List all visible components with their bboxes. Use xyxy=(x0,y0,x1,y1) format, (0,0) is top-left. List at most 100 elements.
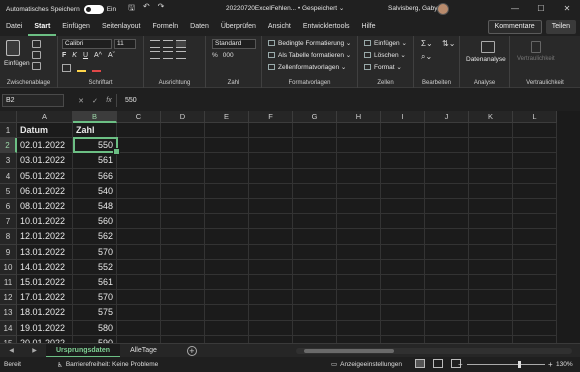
cell-a11[interactable]: 15.01.2022 xyxy=(17,275,73,291)
cell-i2[interactable] xyxy=(381,138,425,154)
insert-cells-button[interactable]: Einfügen ⌄ xyxy=(364,39,407,47)
cell-f5[interactable] xyxy=(249,183,293,199)
cell-d1[interactable] xyxy=(161,123,205,139)
cell-e5[interactable] xyxy=(205,183,249,199)
cell-l4[interactable] xyxy=(513,168,557,184)
cell-d9[interactable] xyxy=(161,244,205,260)
page-layout-view-icon[interactable] xyxy=(433,359,443,368)
cell-a7[interactable]: 10.01.2022 xyxy=(17,214,73,230)
cell-l5[interactable] xyxy=(513,183,557,199)
cell-a2[interactable]: 02.01.2022 xyxy=(17,138,73,154)
cell-a13[interactable]: 18.01.2022 xyxy=(17,305,73,321)
column-header-e[interactable]: E xyxy=(205,111,249,123)
zoom-level[interactable]: 130% xyxy=(556,357,573,372)
cell-i7[interactable] xyxy=(381,214,425,230)
cell-d14[interactable] xyxy=(161,320,205,336)
user-name[interactable]: Salvisberg, Gaby xyxy=(388,0,438,18)
tab-ueberpruefen[interactable]: Überprüfen xyxy=(215,18,262,36)
horizontal-scrollbar[interactable] xyxy=(296,348,572,354)
cell-j3[interactable] xyxy=(425,153,469,169)
copy-icon[interactable] xyxy=(32,51,41,59)
row-header-6[interactable]: 6 xyxy=(0,199,17,215)
data-analysis-button[interactable]: Datenanalyse xyxy=(466,56,506,63)
minimize-button[interactable]: — xyxy=(502,0,528,18)
column-header-l[interactable]: L xyxy=(513,111,557,123)
add-sheet-icon[interactable]: + xyxy=(186,345,197,356)
row-header-3[interactable]: 3 xyxy=(0,153,17,169)
sheet-prev-icon[interactable]: ◀ xyxy=(9,347,14,354)
delete-cells-button[interactable]: Löschen ⌄ xyxy=(364,51,406,59)
cell-j6[interactable] xyxy=(425,199,469,215)
tab-formeln[interactable]: Formeln xyxy=(146,18,184,36)
cell-a14[interactable]: 19.01.2022 xyxy=(17,320,73,336)
cell-d13[interactable] xyxy=(161,305,205,321)
cell-l2[interactable] xyxy=(513,138,557,154)
number-format-select[interactable]: Standard xyxy=(212,39,256,49)
autosum-icon[interactable]: Σ⌄ xyxy=(421,39,433,48)
column-header-j[interactable]: J xyxy=(425,111,469,123)
format-cells-button[interactable]: Format ⌄ xyxy=(364,63,402,71)
cell-k1[interactable] xyxy=(469,123,513,139)
column-header-f[interactable]: F xyxy=(249,111,293,123)
cell-g6[interactable] xyxy=(293,199,337,215)
cell-f12[interactable] xyxy=(249,290,293,306)
undo-icon[interactable]: ↶ xyxy=(143,2,150,16)
row-header-2[interactable]: 2 xyxy=(0,138,17,154)
tab-hilfe[interactable]: Hilfe xyxy=(356,18,382,36)
cell-b3[interactable]: 561 xyxy=(73,153,117,169)
cell-g15[interactable] xyxy=(293,335,337,343)
align-left-icon[interactable] xyxy=(150,51,160,59)
cell-i3[interactable] xyxy=(381,153,425,169)
cell-d11[interactable] xyxy=(161,275,205,291)
horizontal-scrollbar-thumb[interactable] xyxy=(304,349,394,353)
cell-j5[interactable] xyxy=(425,183,469,199)
cell-l11[interactable] xyxy=(513,275,557,291)
cell-a12[interactable]: 17.01.2022 xyxy=(17,290,73,306)
zoom-in-button[interactable]: + xyxy=(548,357,553,372)
cell-b15[interactable]: 590 xyxy=(73,335,117,343)
sheet-tab-alletage[interactable]: AlleTage xyxy=(120,344,167,358)
formula-input[interactable]: 550 xyxy=(116,94,576,107)
tab-datei[interactable]: Datei xyxy=(0,18,28,36)
align-bottom-icon[interactable] xyxy=(176,40,186,48)
cell-e15[interactable] xyxy=(205,335,249,343)
cell-l8[interactable] xyxy=(513,229,557,245)
cell-e1[interactable] xyxy=(205,123,249,139)
cell-c7[interactable] xyxy=(117,214,161,230)
cell-e7[interactable] xyxy=(205,214,249,230)
cell-g1[interactable] xyxy=(293,123,337,139)
cell-i14[interactable] xyxy=(381,320,425,336)
cell-g8[interactable] xyxy=(293,229,337,245)
column-header-g[interactable]: G xyxy=(293,111,337,123)
cell-g10[interactable] xyxy=(293,259,337,275)
cell-e8[interactable] xyxy=(205,229,249,245)
cell-c9[interactable] xyxy=(117,244,161,260)
cell-h14[interactable] xyxy=(337,320,381,336)
cell-l12[interactable] xyxy=(513,290,557,306)
cell-c3[interactable] xyxy=(117,153,161,169)
align-right-icon[interactable] xyxy=(176,51,186,59)
cell-b6[interactable]: 548 xyxy=(73,199,117,215)
cell-j13[interactable] xyxy=(425,305,469,321)
cell-i10[interactable] xyxy=(381,259,425,275)
cell-b10[interactable]: 552 xyxy=(73,259,117,275)
cell-i9[interactable] xyxy=(381,244,425,260)
cell-c11[interactable] xyxy=(117,275,161,291)
cell-f9[interactable] xyxy=(249,244,293,260)
zoom-out-button[interactable]: − xyxy=(458,357,463,372)
tab-seitenlayout[interactable]: Seitenlayout xyxy=(96,18,147,36)
cell-g11[interactable] xyxy=(293,275,337,291)
clipboard-icon[interactable] xyxy=(6,40,20,56)
cell-k12[interactable] xyxy=(469,290,513,306)
cell-k6[interactable] xyxy=(469,199,513,215)
cell-a10[interactable]: 14.01.2022 xyxy=(17,259,73,275)
cell-d2[interactable] xyxy=(161,138,205,154)
fill-color-icon[interactable] xyxy=(77,64,86,72)
autosave-toggle[interactable] xyxy=(83,4,104,14)
cell-j7[interactable] xyxy=(425,214,469,230)
cell-g7[interactable] xyxy=(293,214,337,230)
cell-d5[interactable] xyxy=(161,183,205,199)
data-analysis-icon[interactable] xyxy=(481,41,495,53)
cell-b2[interactable]: 550 xyxy=(73,138,117,154)
tab-daten[interactable]: Daten xyxy=(184,18,215,36)
